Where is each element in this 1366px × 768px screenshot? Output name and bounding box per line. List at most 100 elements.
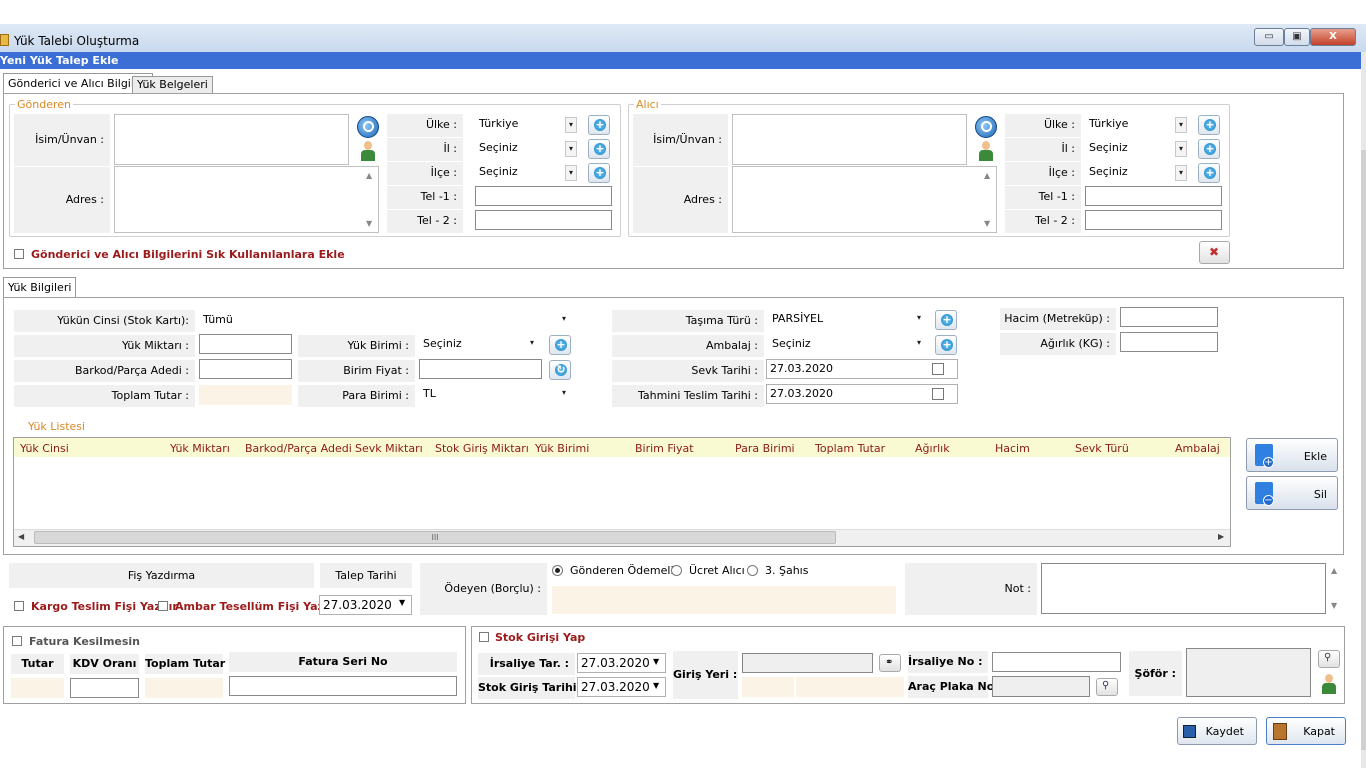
scroll-down-icon[interactable]: ▼ xyxy=(366,219,372,228)
remove-row-button[interactable]: − Sil xyxy=(1246,476,1338,510)
save-button[interactable]: Kaydet xyxy=(1177,717,1257,745)
tab-cargo-info[interactable]: Yük Bilgileri xyxy=(3,277,77,298)
chevron-down-icon[interactable]: ▾ xyxy=(565,141,577,157)
scroll-left-icon[interactable]: ◀ xyxy=(18,532,24,541)
cargo-unit-price-input[interactable] xyxy=(419,359,542,379)
cargo-barcode-input[interactable] xyxy=(199,359,292,379)
receiver-tel2-input[interactable] xyxy=(1085,210,1222,230)
chevron-down-icon[interactable]: ▾ xyxy=(913,311,925,327)
invoice-vat-input[interactable] xyxy=(70,678,139,698)
receiver-address-input[interactable] xyxy=(732,166,997,233)
scroll-up-icon[interactable]: ▲ xyxy=(984,171,990,180)
vertical-scroll-thumb[interactable] xyxy=(1361,150,1366,750)
calendar-icon[interactable] xyxy=(932,363,944,375)
cargo-qty-input[interactable] xyxy=(199,334,292,354)
ship-date-picker[interactable]: 27.03.2020 xyxy=(766,359,958,379)
tab-cargo-documents[interactable]: Yük Belgeleri xyxy=(132,76,213,93)
minimize-button[interactable]: ▭ xyxy=(1254,28,1284,46)
receiver-name-input[interactable] xyxy=(732,114,967,165)
chevron-down-icon[interactable]: ▾ xyxy=(558,312,570,328)
sender-search-icon[interactable] xyxy=(357,116,379,138)
column-header[interactable]: Para Birimi xyxy=(735,442,795,455)
receiver-country-add-button[interactable]: + xyxy=(1198,115,1220,135)
stock-entry-checkbox[interactable] xyxy=(479,632,489,642)
column-header[interactable]: Sevk Miktarı xyxy=(355,442,423,455)
invoice-serial-input[interactable] xyxy=(229,676,457,696)
plate-input[interactable] xyxy=(992,676,1090,697)
swap-icon[interactable]: ✖ xyxy=(1199,241,1230,264)
waybill-no-input[interactable] xyxy=(992,652,1121,672)
calendar-icon[interactable] xyxy=(932,388,944,400)
chevron-down-icon[interactable]: ▾ xyxy=(1175,117,1187,133)
receiver-tel1-input[interactable] xyxy=(1085,186,1222,206)
sender-tel2-input[interactable] xyxy=(475,210,612,230)
package-select[interactable]: Seçiniz xyxy=(768,334,928,354)
column-header[interactable]: Hacim xyxy=(995,442,1030,455)
cargo-slip-checkbox[interactable] xyxy=(14,601,24,611)
horizontal-scroll-thumb[interactable]: III xyxy=(34,531,836,544)
column-header[interactable]: Birim Fiyat xyxy=(635,442,694,455)
entry-place-input[interactable] xyxy=(742,653,873,673)
depot-slip-checkbox[interactable] xyxy=(158,601,168,611)
scroll-up-icon[interactable]: ▲ xyxy=(366,171,372,180)
chevron-down-icon[interactable]: ▾ xyxy=(558,386,570,402)
sender-district-add-button[interactable]: + xyxy=(588,163,610,183)
transport-type-add-button[interactable]: + xyxy=(935,310,957,330)
search-icon[interactable]: ⚲ xyxy=(1318,650,1340,668)
cargo-unit-add-button[interactable]: + xyxy=(549,335,571,355)
payer-sender-radio[interactable] xyxy=(552,565,563,576)
refresh-icon[interactable]: ↻ xyxy=(549,360,571,380)
chevron-down-icon[interactable]: ▼ xyxy=(399,598,405,607)
driver-input[interactable] xyxy=(1186,648,1311,697)
sender-city-add-button[interactable]: + xyxy=(588,139,610,159)
chevron-down-icon[interactable]: ▾ xyxy=(526,336,538,352)
maximize-button[interactable]: ▣ xyxy=(1284,28,1310,46)
column-header[interactable]: Ağırlık xyxy=(915,442,950,455)
scroll-up-icon[interactable]: ▲ xyxy=(1331,566,1337,575)
search-icon[interactable]: ⚲ xyxy=(1096,678,1118,696)
volume-input[interactable] xyxy=(1120,307,1218,327)
chevron-down-icon[interactable]: ▾ xyxy=(565,117,577,133)
scroll-down-icon[interactable]: ▼ xyxy=(984,219,990,228)
cargo-unit-select[interactable]: Seçiniz xyxy=(419,334,541,354)
driver-person-icon[interactable] xyxy=(1321,674,1337,694)
column-header[interactable]: Sevk Türü xyxy=(1075,442,1129,455)
column-header[interactable]: Yük Cinsi xyxy=(20,442,69,455)
close-button[interactable]: Kapat xyxy=(1266,717,1346,745)
package-add-button[interactable]: + xyxy=(935,335,957,355)
delivery-date-picker[interactable]: 27.03.2020 xyxy=(766,384,958,404)
close-window-button[interactable]: X xyxy=(1310,28,1356,46)
payer-receiver-radio[interactable] xyxy=(671,565,682,576)
receiver-district-add-button[interactable]: + xyxy=(1198,163,1220,183)
chevron-down-icon[interactable]: ▼ xyxy=(653,681,659,690)
sender-country-add-button[interactable]: + xyxy=(588,115,610,135)
receiver-city-add-button[interactable]: + xyxy=(1198,139,1220,159)
sender-name-input[interactable] xyxy=(114,114,349,165)
no-invoice-checkbox[interactable] xyxy=(12,636,22,646)
scroll-down-icon[interactable]: ▼ xyxy=(1331,601,1337,610)
chevron-down-icon[interactable]: ▾ xyxy=(1175,165,1187,181)
favorites-checkbox[interactable] xyxy=(14,249,24,259)
chevron-down-icon[interactable]: ▾ xyxy=(565,165,577,181)
receiver-search-icon[interactable] xyxy=(975,116,997,138)
cargo-currency-select[interactable]: TL xyxy=(419,384,569,404)
transport-type-select[interactable]: PARSİYEL xyxy=(768,309,928,329)
scroll-right-icon[interactable]: ▶ xyxy=(1218,532,1224,541)
column-header[interactable]: Stok Giriş Miktarı xyxy=(435,442,529,455)
column-header[interactable]: Barkod/Parça Adedi xyxy=(245,442,352,455)
sender-person-icon[interactable] xyxy=(360,141,376,161)
column-header[interactable]: Ambalaj xyxy=(1175,442,1220,455)
weight-input[interactable] xyxy=(1120,332,1218,352)
receiver-person-icon[interactable] xyxy=(978,141,994,161)
chevron-down-icon[interactable]: ▾ xyxy=(1175,141,1187,157)
chevron-down-icon[interactable]: ▾ xyxy=(913,336,925,352)
column-header[interactable]: Yük Birimi xyxy=(535,442,589,455)
column-header[interactable]: Toplam Tutar xyxy=(815,442,885,455)
note-input[interactable] xyxy=(1041,563,1326,614)
chevron-down-icon[interactable]: ▼ xyxy=(653,657,659,666)
cargo-type-select[interactable]: Tümü xyxy=(199,310,569,330)
sender-tel1-input[interactable] xyxy=(475,186,612,206)
payer-third-party-radio[interactable] xyxy=(747,565,758,576)
column-header[interactable]: Yük Miktarı xyxy=(170,442,230,455)
binoculars-icon[interactable]: ⚭ xyxy=(879,654,901,672)
